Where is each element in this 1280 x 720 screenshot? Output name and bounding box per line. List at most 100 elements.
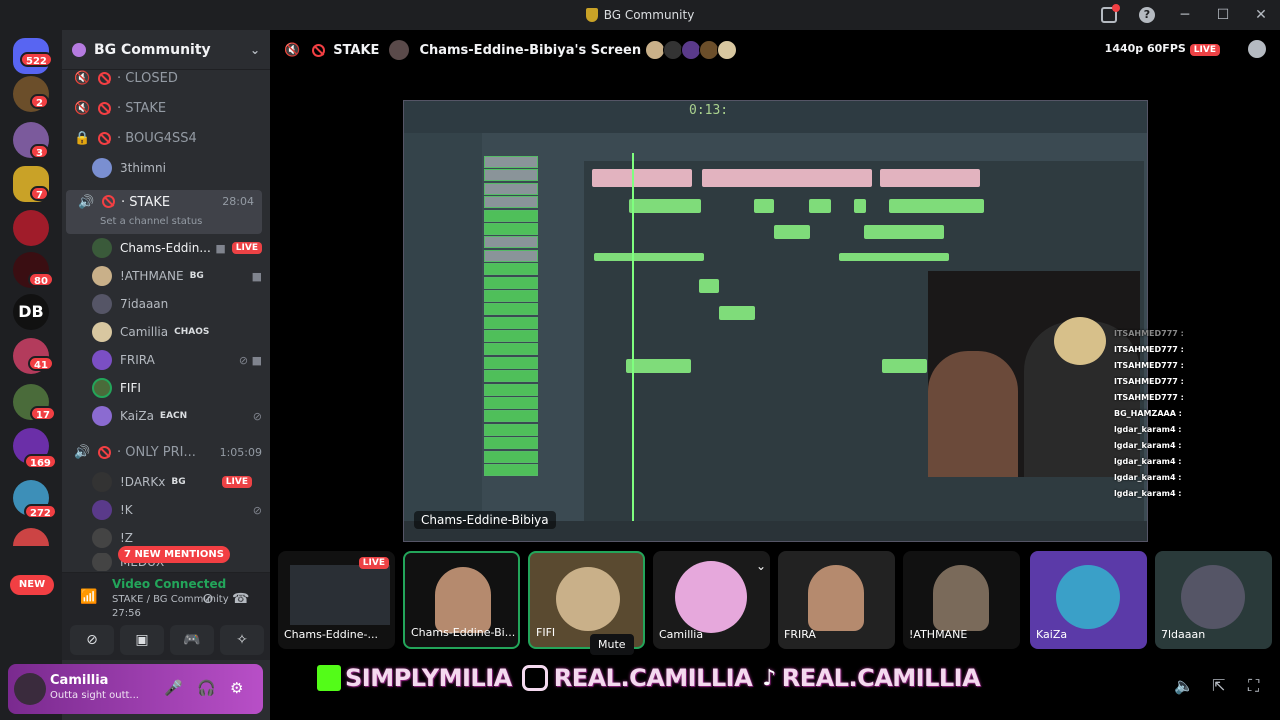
blocked-icon: [98, 71, 111, 85]
disconnect-icon[interactable]: ☎: [232, 591, 249, 607]
voice-member[interactable]: 3thimni: [92, 155, 262, 181]
avatar: [92, 266, 112, 286]
fullscreen-icon[interactable]: ⛶: [1248, 676, 1259, 696]
voice-member[interactable]: !ATHMANE BG ■: [92, 263, 262, 289]
channel-name: CLOSED: [125, 70, 178, 86]
server-icon[interactable]: [13, 528, 49, 546]
volume-icon[interactable]: 🔈: [1174, 676, 1194, 695]
voice-member[interactable]: !K ⊘: [92, 497, 262, 523]
server-rail: 522 2 3 7 80 DB 41 17 169 272 NEW: [0, 30, 62, 720]
soundboard-button[interactable]: ✧: [220, 625, 264, 655]
chat-line: ITSAHMED777 :: [1114, 361, 1184, 370]
voice-member[interactable]: !DARKx BG LIVE: [92, 469, 262, 495]
avatar: [389, 40, 410, 60]
kick-icon: [317, 665, 341, 691]
user-panel: Camillia Outta sight outt... 🎤 🎧 ⚙: [8, 664, 263, 714]
viewer-avatar[interactable]: [645, 40, 666, 60]
tile-label: Camillia: [659, 628, 704, 641]
screen-share-stream[interactable]: 0:13: Chams-Eddine-Bibiya: [403, 100, 1148, 542]
avatar: [92, 500, 112, 520]
chevron-down-icon[interactable]: ⌄: [756, 559, 766, 573]
badge: 2: [30, 94, 49, 109]
chat-line: lgdar_karam4 :: [1114, 489, 1182, 498]
screen-share-button[interactable]: ▣: [120, 625, 164, 655]
voice-channel[interactable]: 🔇 · STAKE: [62, 95, 270, 121]
noise-suppression-icon[interactable]: ⊘: [202, 591, 214, 607]
deafened-icon: ⊘ ■: [238, 353, 262, 367]
microphone-icon[interactable]: 🎤: [164, 679, 183, 697]
tile-label: !ATHMANE: [909, 628, 968, 641]
gear-icon[interactable]: ⚙: [230, 679, 243, 697]
server-icon[interactable]: [13, 210, 49, 246]
guild-header[interactable]: BG Community ⌄: [62, 30, 270, 70]
voice-member[interactable]: 7idaaan: [92, 291, 262, 317]
participant-tile[interactable]: !ATHMANE: [903, 551, 1020, 649]
avatar[interactable]: [14, 673, 46, 705]
chat-icon[interactable]: [1248, 40, 1266, 58]
user-name[interactable]: Camillia: [50, 673, 108, 688]
voice-status[interactable]: Video Connected: [112, 577, 226, 591]
voice-member[interactable]: FRIRA ⊘ ■: [92, 347, 262, 373]
popout-icon[interactable]: ⇱: [1212, 676, 1225, 695]
channel-name: BOUG4SS4: [125, 130, 197, 146]
tiktok-icon: ♪: [762, 665, 776, 691]
signal-icon[interactable]: 📶: [80, 589, 97, 605]
badge: 17: [30, 406, 56, 421]
speaker-icon: 🔇: [74, 70, 91, 86]
maximize-button[interactable]: ☐: [1204, 7, 1242, 23]
chat-line: ITSAHMED777 :: [1114, 377, 1184, 386]
live-badge: LIVE: [231, 242, 262, 254]
close-button[interactable]: ✕: [1242, 7, 1280, 23]
participant-tile[interactable]: Chams-Eddine-Bi...: [403, 551, 520, 649]
participant-tile[interactable]: FRIRA: [778, 551, 895, 649]
member-tag: EACN: [159, 411, 188, 421]
minimize-button[interactable]: ─: [1166, 7, 1204, 23]
avatar: [675, 561, 747, 633]
viewer-avatar[interactable]: [663, 40, 684, 60]
voice-member[interactable]: Camillia CHAOS: [92, 319, 262, 345]
stream-quality[interactable]: 1440p 60FPS LIVE: [1105, 42, 1220, 56]
server-icon[interactable]: DB: [13, 294, 49, 330]
chat-line: lgdar_karam4 :: [1114, 425, 1182, 434]
badge: 169: [24, 454, 57, 469]
live-badge: LIVE: [1189, 44, 1220, 56]
voice-channel[interactable]: 🔒 · BOUG4SS4: [62, 125, 270, 151]
voice-channel[interactable]: 🔇 · CLOSED: [62, 65, 270, 91]
channel-timer: 28:04: [222, 195, 254, 208]
stage-header: 🔇 STAKE Chams-Eddine-Bibiya's Screen 144…: [270, 30, 1280, 70]
member-name: !ATHMANE: [120, 269, 184, 283]
viewer-avatar[interactable]: [717, 40, 738, 60]
voice-channel[interactable]: 🔊 · ONLY PRI... 1:05:09: [62, 439, 270, 465]
new-unread-pill[interactable]: NEW: [10, 575, 54, 595]
channel-status[interactable]: Set a channel status: [100, 216, 202, 227]
avatar: [92, 158, 112, 178]
member-name: FIFI: [120, 381, 141, 395]
webcam-overlay: [928, 271, 1140, 477]
new-mentions-pill[interactable]: 7 NEW MENTIONS: [118, 546, 230, 563]
help-icon[interactable]: ?: [1139, 7, 1155, 23]
kick-handle: SIMPLYMILIA: [345, 664, 512, 692]
participant-tile[interactable]: KaiZa: [1030, 551, 1147, 649]
voice-member[interactable]: KaiZa EACN ⊘: [92, 403, 262, 429]
camera-off-button[interactable]: ⊘: [70, 625, 114, 655]
voice-member[interactable]: Chams-Eddin... ■ LIVE: [92, 235, 262, 261]
inbox-icon[interactable]: [1101, 4, 1120, 23]
tile-label: Chams-Eddine-...: [284, 628, 378, 641]
activity-button[interactable]: 🎮: [170, 625, 214, 655]
speaker-icon: 🔊: [78, 195, 95, 210]
active-voice-channel[interactable]: 🔊 · STAKE 28:04 Set a channel status: [66, 190, 262, 234]
voice-member[interactable]: FIFI: [92, 375, 262, 401]
viewer-avatar[interactable]: [699, 40, 720, 60]
participant-tile[interactable]: LIVE Chams-Eddine-...: [278, 551, 395, 649]
participant-tile[interactable]: Camillia ⌄: [653, 551, 770, 649]
viewer-avatar[interactable]: [681, 40, 702, 60]
speaker-icon: 🔊: [74, 444, 91, 460]
participant-tile[interactable]: 7ldaaan: [1155, 551, 1272, 649]
avatar: [1056, 565, 1120, 629]
server-crest-icon: [585, 8, 598, 22]
video-feed: [435, 567, 491, 633]
member-name: !Z: [120, 531, 134, 545]
channel-timer: 1:05:09: [219, 445, 262, 459]
headphones-icon[interactable]: 🎧: [197, 679, 216, 697]
badge: 3: [30, 144, 49, 159]
